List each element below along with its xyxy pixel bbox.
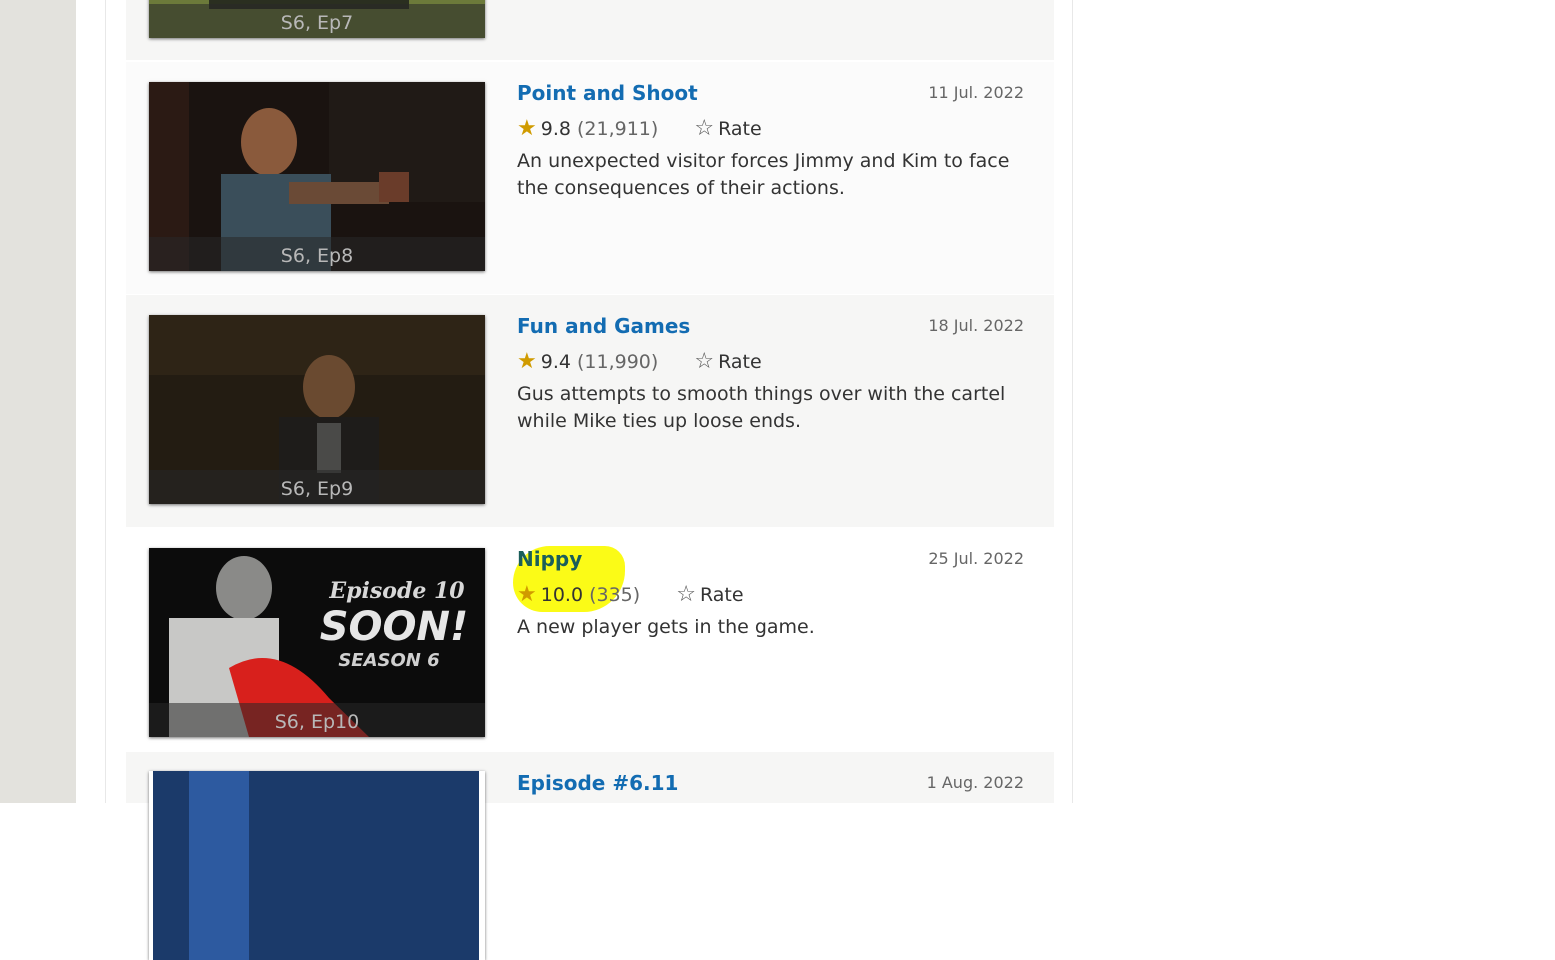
episode-number-label: S6, Ep8	[149, 237, 485, 271]
poster-text-line1: Episode 10	[328, 578, 465, 604]
left-gutter	[0, 0, 76, 803]
episode-number-label: S6, Ep10	[149, 703, 485, 737]
star-outline-icon: ☆	[694, 349, 715, 374]
episode-thumbnail[interactable]: S6, Ep8	[149, 82, 485, 271]
star-filled-icon: ★	[517, 116, 537, 141]
episode-row: S6, Ep8 Point and Shoot 11 Jul. 2022 ★ 9.…	[126, 62, 1054, 294]
episode-thumbnail[interactable]: Episode 10 SOON! SEASON 6 S6, Ep10	[149, 548, 485, 737]
episode-title-link[interactable]: Episode #6.11	[517, 771, 678, 795]
episode-image	[149, 771, 485, 960]
episode-airdate: 18 Jul. 2022	[928, 316, 1024, 335]
rate-label: Rate	[718, 351, 762, 373]
poster-text-line3: SEASON 6	[338, 650, 439, 671]
episode-title-link[interactable]: Fun and Games	[517, 314, 690, 338]
rating-line: ★ 10.0 (335) ☆ Rate	[517, 582, 744, 607]
episode-description: A new player gets in the game.	[517, 616, 815, 638]
vote-count: (11,990)	[577, 351, 659, 373]
episode-thumbnail[interactable]	[149, 771, 485, 960]
episode-row: Episode #6.11 1 Aug. 2022	[126, 752, 1054, 960]
rating-line: ★ 9.4 (11,990) ☆ Rate	[517, 349, 762, 374]
star-filled-icon: ★	[517, 349, 537, 374]
episode-title-link[interactable]: Point and Shoot	[517, 81, 698, 105]
rate-label: Rate	[699, 584, 744, 606]
episode-thumbnail[interactable]: S6, Ep9	[149, 315, 485, 504]
episode-airdate: 25 Jul. 2022	[928, 549, 1024, 568]
episode-airdate: 1 Aug. 2022	[926, 773, 1024, 792]
episode-row: S6, Ep9 Fun and Games 18 Jul. 2022 ★ 9.4 …	[126, 295, 1054, 527]
rating-value: 9.4	[540, 351, 571, 373]
rating-value: 10.0	[540, 584, 584, 606]
star-outline-icon: ☆	[676, 582, 696, 607]
episode-number-label: S6, Ep7	[149, 4, 485, 38]
star-filled-icon: ★	[517, 582, 537, 607]
rating-line: ★ 9.8 (21,911) ☆ Rate	[517, 116, 762, 141]
rate-button[interactable]: ☆ Rate	[676, 582, 744, 607]
rate-label: Rate	[718, 118, 762, 140]
rate-button[interactable]: ☆ Rate	[694, 116, 762, 141]
vote-count: (335)	[589, 584, 641, 606]
poster-text-line2: SOON!	[320, 604, 469, 650]
episode-title-link[interactable]: Nippy	[517, 547, 582, 571]
episode-number-label: S6, Ep9	[149, 470, 485, 504]
episode-description: An unexpected visitor forces Jimmy and K…	[517, 150, 1010, 199]
star-outline-icon: ☆	[694, 116, 715, 141]
episode-thumbnail[interactable]: S6, Ep7	[149, 0, 485, 38]
rate-button[interactable]: ☆ Rate	[694, 349, 762, 374]
vote-count: (21,911)	[577, 118, 659, 140]
episode-row: Episode 10 SOON! SEASON 6 S6, Ep10 Nippy…	[126, 528, 1054, 750]
rating-value: 9.8	[540, 118, 571, 140]
episode-row: S6, Ep7	[126, 0, 1054, 60]
episode-description: Gus attempts to smooth things over with …	[517, 383, 1006, 432]
episode-airdate: 11 Jul. 2022	[928, 83, 1024, 102]
